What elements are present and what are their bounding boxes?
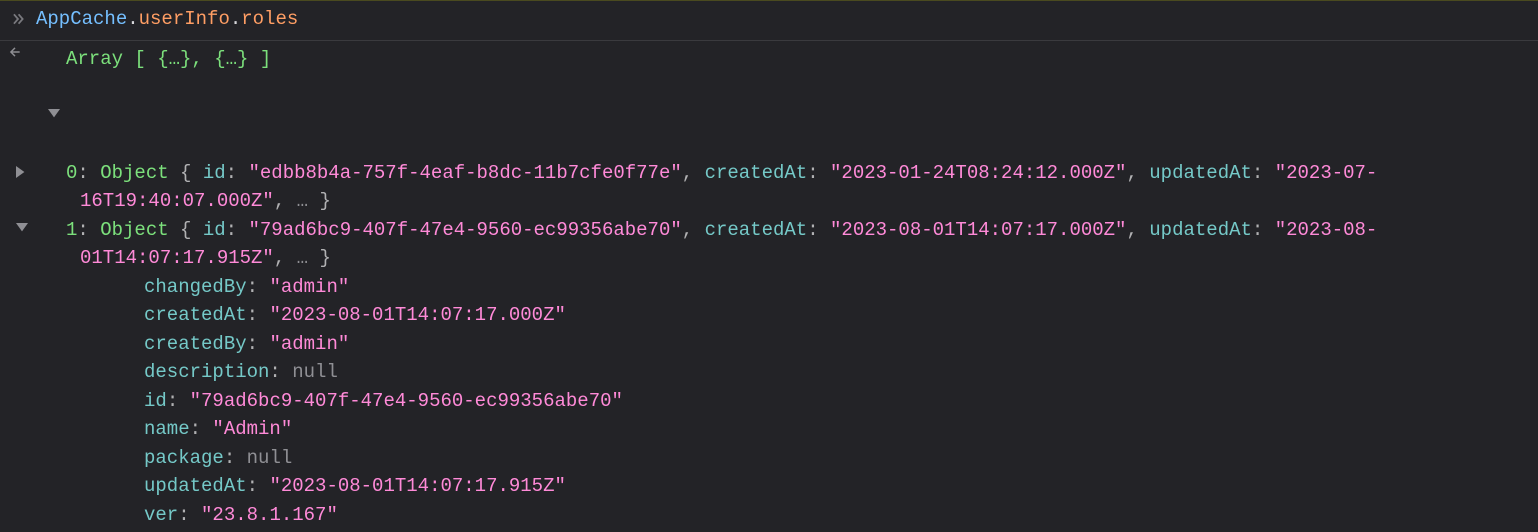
prop-row: createdAt: "2023-08-01T14:07:17.000Z" bbox=[8, 301, 1530, 330]
console-input-row: AppCache.userInfo.roles bbox=[0, 0, 1538, 41]
array-item-0[interactable]: 0: Object { id: "edbb8b4a-757f-4eaf-b8dc… bbox=[8, 159, 1530, 216]
array-item-1[interactable]: 1: Object { id: "79ad6bc9-407f-47e4-9560… bbox=[8, 216, 1530, 273]
prop-row: createdBy: "admin" bbox=[8, 330, 1530, 359]
prop-row: name: "Admin" bbox=[8, 415, 1530, 444]
object-word: Object bbox=[100, 219, 168, 241]
prop-row: description: null bbox=[8, 358, 1530, 387]
prop-row: id: "79ad6bc9-407f-47e4-9560-ec99356abe7… bbox=[8, 387, 1530, 416]
output-back-icon[interactable] bbox=[8, 45, 48, 59]
prop-row: updatedAt: "2023-08-01T14:07:17.915Z" bbox=[8, 472, 1530, 501]
twisty-down-icon[interactable] bbox=[48, 45, 66, 159]
prop-row: changedBy: "admin" bbox=[8, 273, 1530, 302]
console-input-text[interactable]: AppCache.userInfo.roles bbox=[36, 5, 298, 34]
item-index: 0 bbox=[66, 162, 77, 184]
input-prompt-icon bbox=[8, 5, 28, 34]
item-index: 1 bbox=[66, 219, 77, 241]
result-summary-row[interactable]: Array [ {…}, {…} ] bbox=[8, 45, 1530, 159]
console-output: Array [ {…}, {…} ] 0: Object { id: "edbb… bbox=[0, 41, 1538, 532]
prop-row: ver: "23.8.1.167" bbox=[8, 501, 1530, 530]
prop-row: package: null bbox=[8, 444, 1530, 473]
twisty-down-icon[interactable] bbox=[48, 216, 66, 245]
twisty-right-icon[interactable] bbox=[48, 159, 66, 188]
object-word: Object bbox=[100, 162, 168, 184]
array-summary: Array [ {…}, {…} ] bbox=[66, 45, 271, 74]
